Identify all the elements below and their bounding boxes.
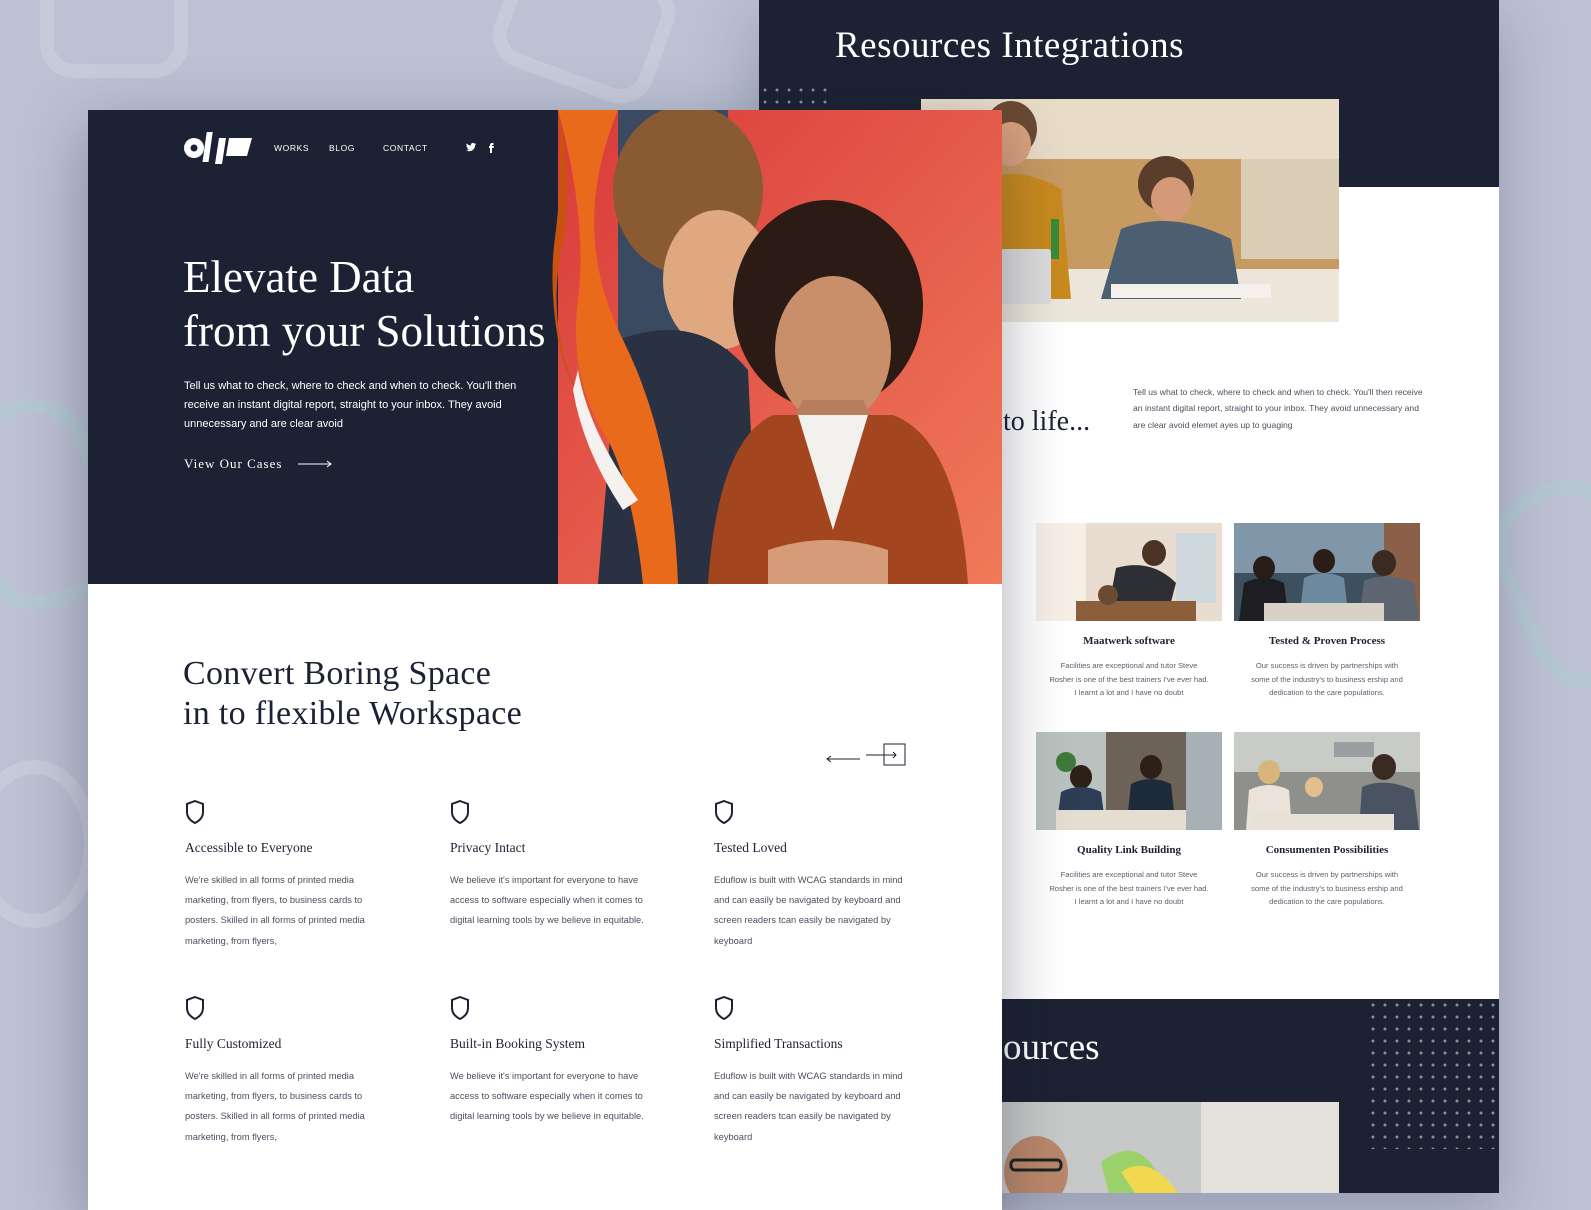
feature-item: Accessible to Everyone We're skilled in … [185,800,385,951]
feature-title: Tested Loved [714,840,787,855]
feature-item: Fully Customized We're skilled in all fo… [185,996,385,1147]
section-title: Convert Boring Space in to flexible Work… [183,654,522,734]
service-card[interactable]: Tested & Proven Process Our success is d… [1234,523,1420,700]
feature-description: We're skilled in all forms of printed me… [185,875,365,946]
background-shape [40,0,188,78]
card-image [1234,523,1420,621]
arrow-right-box-icon[interactable] [866,741,906,767]
feature-title: Accessible to Everyone [185,840,313,855]
background-shape [483,0,685,113]
card-description: Facilities are exceptional and tutor Ste… [1049,661,1209,698]
shield-icon [715,800,733,824]
card-description: Our success is driven by partnerships wi… [1251,870,1403,907]
service-card[interactable]: Maatwerk software Facilities are excepti… [1036,523,1222,700]
hero-title-line: from your Solutions [183,306,546,356]
nav-works[interactable]: WORKS [274,143,309,153]
card-title: Tested & Proven Process [1268,635,1386,647]
feature-description: We're skilled in all forms of printed me… [185,1071,365,1142]
feature-description: Eduflow is built with WCAG standards in … [714,1071,903,1142]
service-card[interactable]: Consumenten Possibilities Our success is… [1234,732,1420,909]
card-description: Facilities are exceptional and tutor Ste… [1049,870,1209,907]
card-title: Consumenten Possibilities [1265,844,1389,856]
shield-icon [451,996,469,1020]
orange-swoosh [552,110,678,584]
back-tagline: to life... [1003,406,1091,437]
section-title-line: in to flexible Workspace [183,695,523,732]
card-description: Our success is driven by partnerships wi… [1251,661,1403,698]
hero-title-line: Elevate Data [183,252,415,302]
shield-icon [186,800,204,824]
card-title: Maatwerk software [1083,635,1175,647]
back-header-title: Resources Integrations [835,25,1185,66]
nav-blog[interactable]: BLOG [329,143,355,153]
feature-item: Tested Loved Eduflow is built with WCAG … [714,800,914,951]
feature-description: We believe it's important for everyone t… [450,875,644,926]
hero-subtitle: Tell us what to check, where to check an… [184,380,517,430]
card-image [1036,523,1222,621]
background-shape [0,760,98,928]
card-title: Quality Link Building [1077,844,1181,856]
feature-description: Eduflow is built with WCAG standards in … [714,875,903,946]
arrow-right-icon [298,460,333,468]
feature-title: Simplified Transactions [714,1036,843,1051]
feature-title: Privacy Intact [450,840,526,855]
nav-contact[interactable]: CONTACT [383,143,428,153]
arrow-left-icon[interactable] [826,755,860,763]
section-title-line: Convert Boring Space [183,655,492,692]
olp-logo[interactable] [184,130,254,166]
view-cases-link[interactable]: View Our Cases [184,456,333,472]
hero-title: Elevate Data from your Solutions [183,250,546,358]
hero-section: WORKS BLOG CONTACT Elevate Data from you… [88,110,1002,584]
shield-icon [186,996,204,1020]
view-cases-label: View Our Cases [184,456,283,471]
back-footer-title: ources [1003,1027,1100,1068]
feature-item: Simplified Transactions Eduflow is built… [714,996,914,1147]
feature-description: We believe it's important for everyone t… [450,1071,644,1122]
feature-item: Privacy Intact We believe it's important… [450,800,650,931]
card-image [1036,732,1222,830]
dot-pattern [1367,999,1499,1149]
feature-title: Fully Customized [185,1036,282,1051]
feature-title: Built-in Booking System [450,1036,586,1051]
service-card[interactable]: Quality Link Building Facilities are exc… [1036,732,1222,909]
shield-icon [451,800,469,824]
twitter-icon[interactable] [465,141,477,153]
facebook-icon[interactable] [485,141,497,153]
feature-item: Built-in Booking System We believe it's … [450,996,650,1127]
card-image [1234,732,1420,830]
back-intro-text: Tell us what to check, where to check an… [1133,387,1423,430]
shield-icon [715,996,733,1020]
